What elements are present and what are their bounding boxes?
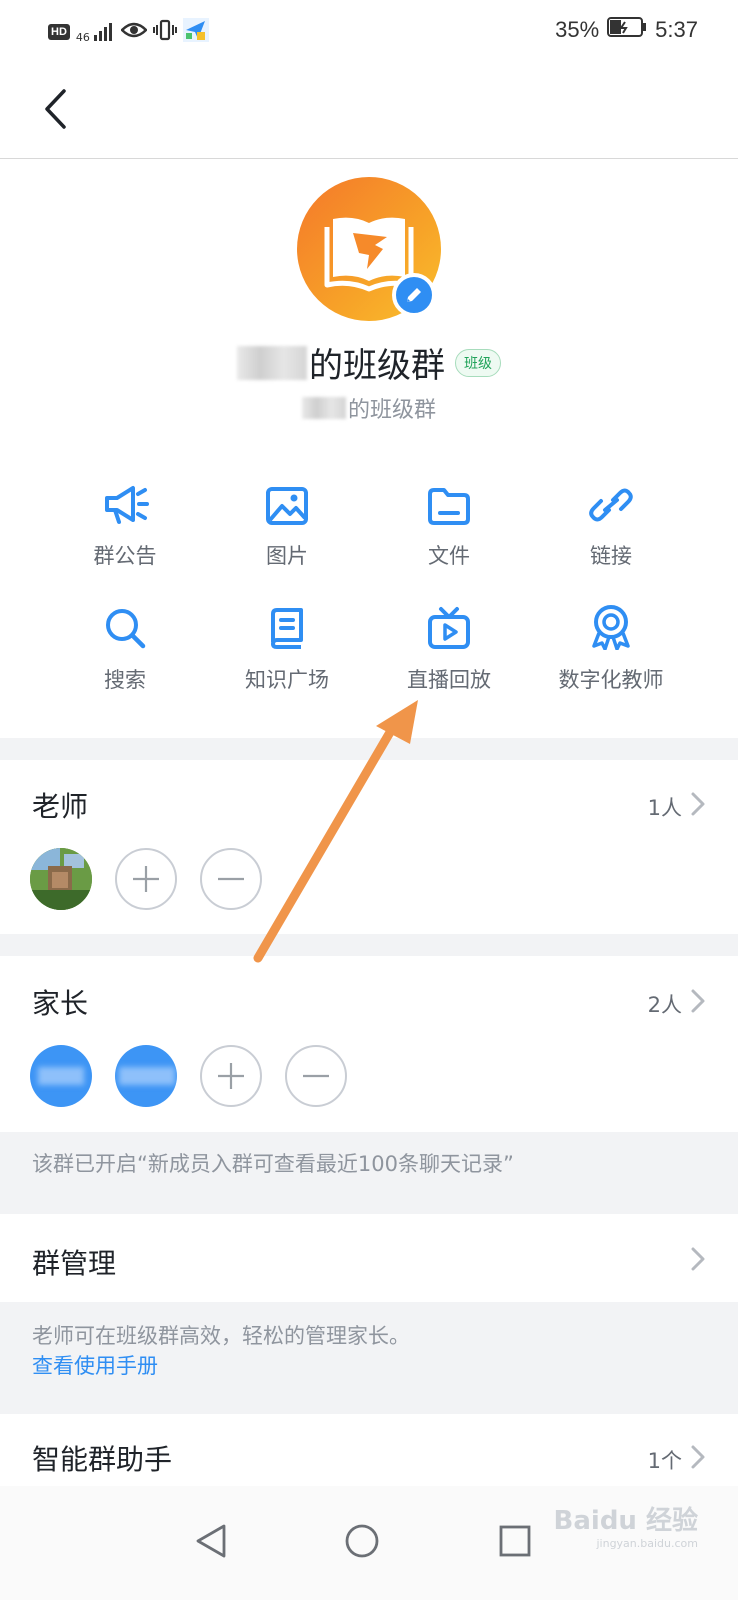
award-badge-icon: [530, 602, 692, 650]
feature-label: 链接: [590, 544, 632, 568]
tv-play-icon: [368, 602, 530, 650]
battery-percentage: 35%: [555, 17, 600, 42]
feature-knowledge[interactable]: 知识广场: [206, 602, 368, 694]
redacted-avatar-text: [38, 1067, 84, 1085]
megaphone-icon: [44, 478, 206, 526]
baidu-watermark: Baidu 经验 jingyan.baidu.com: [554, 1508, 698, 1549]
group-subtitle: 的班级群: [347, 398, 436, 423]
feature-label: 群公告: [93, 544, 157, 568]
assistant-count: 1个: [647, 1449, 682, 1473]
clock: 5:37: [655, 17, 698, 42]
search-icon: [44, 602, 206, 650]
chevron-right-icon: [691, 792, 705, 816]
feature-digital-teacher[interactable]: 数字化教师: [530, 602, 692, 694]
chevron-left-icon: [45, 89, 66, 129]
vibrate-icon: [153, 19, 178, 45]
group-subtitle-row: 的班级群: [0, 392, 738, 424]
section-separator: [0, 738, 738, 760]
parents-title: 家长: [32, 987, 89, 1020]
group-name: 的班级群: [309, 346, 445, 386]
remove-teacher-button[interactable]: [200, 848, 262, 910]
add-parent-button[interactable]: [200, 1045, 262, 1107]
eye-icon: [120, 21, 149, 43]
assistant-title: 智能群助手: [32, 1443, 173, 1476]
parent-avatar[interactable]: [115, 1045, 177, 1107]
signal-icon: 46: [76, 21, 116, 43]
redacted-subtitle: [301, 397, 346, 419]
feature-label: 图片: [266, 544, 308, 568]
feature-images[interactable]: 图片: [206, 478, 368, 570]
section-separator: [0, 934, 738, 956]
parent-avatar[interactable]: [30, 1045, 92, 1107]
teachers-count: 1人: [647, 796, 682, 820]
triangle-back-icon: [196, 1524, 226, 1558]
plus-icon: [133, 866, 159, 892]
book-icon: [206, 602, 368, 650]
redacted-name: [237, 345, 307, 380]
user-manual-link[interactable]: 查看使用手册: [32, 1350, 158, 1380]
feature-links[interactable]: 链接: [530, 478, 692, 570]
minus-icon: [303, 1074, 329, 1078]
teachers-title: 老师: [32, 790, 89, 823]
nav-back-button[interactable]: [186, 1516, 236, 1566]
remove-parent-button[interactable]: [285, 1045, 347, 1107]
status-icons-right: 35% 5:37: [555, 16, 698, 44]
parents-count: 2人: [647, 993, 682, 1017]
add-teacher-button[interactable]: [115, 848, 177, 910]
group-manage-title: 群管理: [32, 1247, 117, 1280]
feature-label: 数字化教师: [558, 668, 664, 692]
minus-icon: [218, 877, 244, 881]
feature-announcement[interactable]: 群公告: [44, 478, 206, 570]
folder-icon: [368, 478, 530, 526]
watermark-text: Baidu 经验: [553, 1506, 698, 1536]
history-note: 该群已开启“新成员入群可查看最近100条聊天记录”: [32, 1152, 514, 1176]
circle-home-icon: [345, 1524, 379, 1558]
chevron-right-icon: [691, 1445, 705, 1469]
back-button[interactable]: [30, 84, 80, 134]
chevron-right-icon: [691, 1247, 705, 1271]
network-type: 46: [75, 31, 90, 44]
plus-icon: [218, 1063, 244, 1089]
status-icons-left: HD 46: [48, 18, 210, 46]
feature-label: 搜索: [104, 668, 146, 692]
app-notification-icon: [183, 18, 210, 46]
battery-icon: [607, 16, 647, 44]
feature-live-replay[interactable]: 直播回放: [368, 602, 530, 694]
image-icon: [206, 478, 368, 526]
feature-files[interactable]: 文件: [368, 478, 530, 570]
chevron-right-icon: [691, 989, 705, 1013]
square-recents-icon: [499, 1525, 531, 1557]
link-icon: [530, 478, 692, 526]
hd-badge: HD: [48, 24, 70, 40]
group-title-row: 的班级群 班级: [0, 338, 738, 387]
teacher-avatar[interactable]: [30, 848, 92, 910]
feature-search[interactable]: 搜索: [44, 602, 206, 694]
class-tag-badge: 班级: [455, 348, 501, 377]
watermark-url: jingyan.baidu.com: [596, 1537, 698, 1550]
redacted-avatar-text: [119, 1067, 175, 1085]
nav-recents-button[interactable]: [490, 1516, 540, 1566]
feature-label: 知识广场: [245, 668, 329, 692]
group-manage-note: 老师可在班级群高效，轻松的管理家长。: [32, 1324, 410, 1348]
feature-label: 直播回放: [407, 668, 491, 692]
edit-avatar-button[interactable]: [392, 273, 436, 317]
feature-label: 文件: [428, 544, 470, 568]
status-bar: HD 46 35% 5:37: [0, 0, 738, 62]
nav-home-button[interactable]: [337, 1516, 387, 1566]
pencil-icon: [407, 288, 421, 302]
header-divider: [0, 158, 738, 159]
